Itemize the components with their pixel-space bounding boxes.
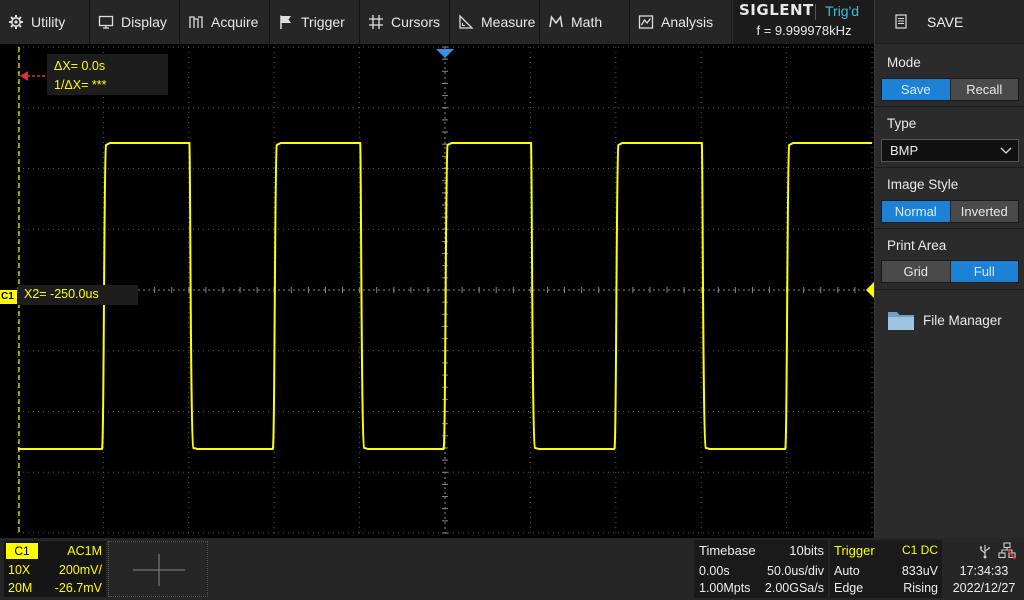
panel-title: SAVE — [927, 13, 964, 30]
trigger-level-marker — [866, 282, 874, 298]
chevron-down-icon — [1000, 147, 1012, 154]
trigger-status: Trig'd — [825, 3, 860, 19]
clock-time: 17:34:33 — [959, 564, 1009, 578]
timebase-memory: 1.00Mpts — [699, 581, 751, 595]
trigger-title: Trigger — [834, 543, 875, 558]
monitor-icon — [98, 14, 114, 30]
menu-analysis[interactable]: Analysis — [630, 0, 732, 44]
channel-1-bandwidth: 20M — [8, 581, 33, 595]
cursor-delta-x: ΔX= 0.0s — [54, 59, 106, 73]
channel-1-probe: 10X — [8, 563, 31, 577]
document-icon — [895, 14, 907, 29]
brand-status: SIGLENT Trig'd f = 9.999978kHz — [732, 0, 874, 44]
timebase-title: Timebase — [699, 543, 756, 558]
panel-header: SAVE — [875, 0, 1024, 44]
menu-math[interactable]: Math — [540, 0, 630, 44]
channel-1-info[interactable]: C1 AC1M 10X 200mV/ 20M -26.7mV — [4, 541, 106, 597]
menu-acquire[interactable]: Acquire — [180, 0, 270, 44]
menu-utility[interactable]: Utility — [0, 0, 90, 44]
flag-icon — [278, 14, 294, 30]
menu-display[interactable]: Display — [90, 0, 180, 44]
trigger-info[interactable]: Trigger C1 DC Auto 833uV Edge Rising — [830, 540, 942, 598]
channel-1-badge: C1 — [6, 543, 38, 559]
channel-1-scale: 200mV/ — [58, 563, 102, 577]
menu-math-label: Math — [571, 14, 603, 30]
trigger-position-marker — [436, 49, 454, 58]
menu-measure-label: Measure — [481, 14, 536, 30]
print-area-label: Print Area — [887, 238, 947, 253]
channel-1-offset: -26.7mV — [54, 581, 102, 595]
acquire-icon — [188, 14, 204, 30]
mode-toggle: Save Recall — [881, 78, 1019, 101]
mode-save-button[interactable]: Save — [882, 79, 950, 100]
math-icon — [548, 14, 564, 30]
channel-1-coupling: AC1M — [67, 544, 102, 558]
image-style-inverted-button[interactable]: Inverted — [949, 201, 1018, 222]
plus-icon — [133, 554, 185, 586]
waveform-display[interactable]: ΔX= 0.0s 1/ΔX= *** C1 X2= -250.0us — [0, 44, 874, 534]
brand-logo: SIGLENT — [739, 1, 814, 19]
usb-icon — [980, 545, 990, 559]
ruler-icon — [458, 14, 474, 30]
mode-group: Mode Save Recall — [875, 45, 1024, 107]
image-style-normal-button[interactable]: Normal — [882, 201, 950, 222]
menu-display-label: Display — [121, 14, 167, 30]
add-channel-slot[interactable] — [108, 541, 208, 597]
cursor-readout: ΔX= 0.0s 1/ΔX= *** — [47, 54, 168, 95]
trigger-source: C1 DC — [901, 543, 938, 557]
folder-icon — [888, 312, 914, 330]
type-label: Type — [887, 116, 917, 131]
trigger-level: 833uV — [901, 564, 938, 578]
frequency-readout: f = 9.999978kHz — [756, 23, 852, 38]
timebase-scale: 50.0us/div — [767, 564, 824, 578]
bottom-status-bar: C1 AC1M 10X 200mV/ 20M -26.7mV Timebase … — [0, 538, 1024, 600]
print-area-grid-button[interactable]: Grid — [882, 261, 950, 282]
save-panel: SAVE Mode Save Recall Type BMP Image Sty… — [874, 0, 1024, 538]
timebase-delay: 0.00s — [699, 564, 730, 578]
timebase-sample-rate: 2.00GSa/s — [764, 581, 824, 595]
menu-trigger[interactable]: Trigger — [270, 0, 360, 44]
type-select[interactable]: BMP — [881, 139, 1019, 162]
timebase-info[interactable]: Timebase 10bits 0.00s 50.0us/div 1.00Mpt… — [694, 540, 828, 598]
timebase-bits: 10bits — [789, 543, 824, 558]
menu-utility-label: Utility — [31, 14, 66, 30]
file-manager-button[interactable]: File Manager — [875, 290, 1024, 350]
cursor-arrow-head — [20, 71, 28, 81]
image-style-toggle: Normal Inverted — [881, 200, 1019, 223]
mode-recall-button[interactable]: Recall — [949, 79, 1018, 100]
brand-separator — [815, 4, 816, 20]
cursor-x2-readout: X2= -250.0us — [18, 285, 138, 305]
clock-date: 2022/12/27 — [952, 581, 1016, 595]
type-value: BMP — [890, 143, 919, 158]
menu-measure[interactable]: Measure — [450, 0, 540, 44]
type-group: Type BMP — [875, 107, 1024, 168]
mode-label: Mode — [887, 55, 921, 70]
image-style-group: Image Style Normal Inverted — [875, 168, 1024, 229]
trigger-mode: Auto — [834, 564, 860, 578]
trigger-type: Edge — [834, 581, 864, 595]
crosshair-icon — [368, 14, 384, 30]
menu-trigger-label: Trigger — [301, 14, 345, 30]
menu-cursors-label: Cursors — [391, 14, 441, 30]
analysis-icon — [638, 14, 654, 30]
menu-cursors[interactable]: Cursors — [360, 0, 450, 44]
print-area-group: Print Area Grid Full — [875, 229, 1024, 290]
print-area-full-button[interactable]: Full — [949, 261, 1018, 282]
file-manager-label: File Manager — [923, 312, 1002, 328]
gear-icon — [8, 14, 24, 30]
trigger-slope: Rising — [903, 581, 938, 595]
network-disconnected-icon — [998, 542, 1016, 560]
menu-analysis-label: Analysis — [661, 14, 714, 30]
channel-1-level-marker[interactable]: C1 — [0, 290, 17, 304]
menu-acquire-label: Acquire — [211, 14, 259, 30]
cursor-inverse-delta-x: 1/ΔX= *** — [54, 78, 107, 92]
clock: 17:34:33 2022/12/27 — [944, 540, 1024, 598]
image-style-label: Image Style — [887, 177, 959, 192]
print-area-toggle: Grid Full — [881, 260, 1019, 283]
